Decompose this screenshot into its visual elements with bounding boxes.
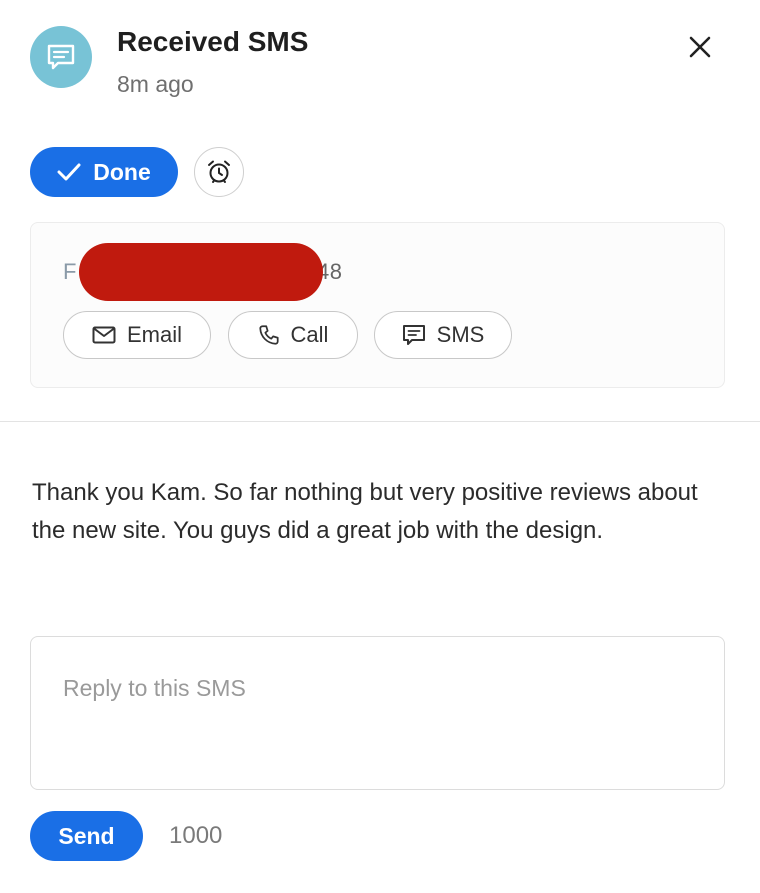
sms-message-icon <box>30 26 92 88</box>
close-icon <box>689 36 711 58</box>
sms-icon <box>402 325 425 345</box>
email-button[interactable]: Email <box>63 311 211 359</box>
done-button[interactable]: Done <box>30 147 178 197</box>
contact-card: F 48 Email Call SMS <box>30 222 725 388</box>
sms-detail-panel: Received SMS 8m ago Done F 48 Email Call… <box>0 0 760 893</box>
phone-icon <box>258 325 279 345</box>
alarm-clock-icon <box>208 160 230 183</box>
sms-button[interactable]: SMS <box>374 311 512 359</box>
redaction-mark <box>79 243 323 301</box>
character-count: 1000 <box>169 822 223 849</box>
contact-from: F 48 <box>63 259 342 285</box>
contact-from-prefix: F <box>63 259 77 284</box>
call-button[interactable]: Call <box>228 311 358 359</box>
email-button-label: Email <box>126 322 182 347</box>
close-button[interactable] <box>684 31 716 63</box>
envelope-icon <box>92 326 116 344</box>
send-button[interactable]: Send <box>30 811 143 861</box>
timestamp: 8m ago <box>117 71 194 97</box>
message-body: Thank you Kam. So far nothing but very p… <box>32 479 698 544</box>
snooze-button[interactable] <box>194 147 244 197</box>
page-title: Received SMS <box>117 26 309 57</box>
section-divider <box>0 421 760 422</box>
send-button-label: Send <box>58 822 115 849</box>
call-button-label: Call <box>290 322 329 347</box>
sms-button-label: SMS <box>436 322 485 347</box>
reply-input[interactable] <box>30 636 725 790</box>
done-button-label: Done <box>93 158 151 185</box>
checkmark-icon <box>57 163 81 181</box>
